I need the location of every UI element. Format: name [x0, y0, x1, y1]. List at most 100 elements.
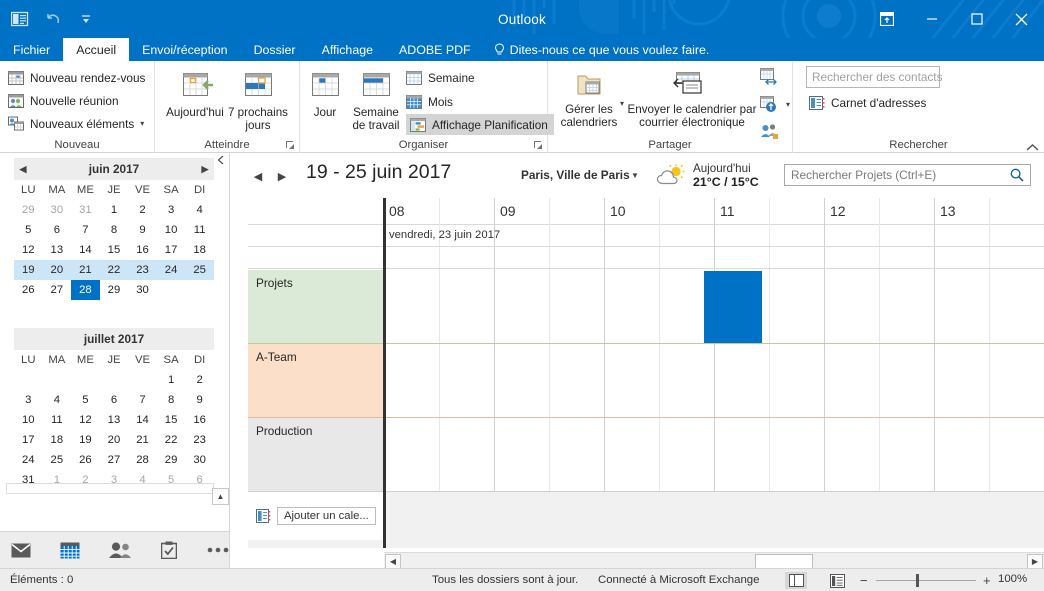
collapse-ribbon-icon[interactable]: [1026, 143, 1039, 152]
mini-day[interactable]: 3: [14, 390, 43, 410]
mini-day[interactable]: 25: [185, 260, 214, 280]
mini-day[interactable]: 22: [100, 260, 129, 280]
schedule-hscrollbar[interactable]: ◀ ▶: [384, 552, 1044, 569]
all-day-row[interactable]: [248, 247, 1044, 269]
organiser-dialog-launcher[interactable]: [534, 141, 543, 150]
tab-fichier[interactable]: Fichier: [0, 38, 63, 61]
mini-day[interactable]: 23: [185, 430, 214, 450]
minimize-button[interactable]: [909, 0, 954, 38]
mini-day[interactable]: 19: [71, 430, 100, 450]
tab-accueil[interactable]: Accueil: [63, 38, 130, 61]
calendar-body-production[interactable]: [384, 418, 1044, 491]
mini-day[interactable]: 18: [43, 430, 72, 450]
mini-day[interactable]: [43, 370, 72, 390]
mini-day[interactable]: 30: [128, 280, 157, 300]
calendar-row-projets[interactable]: Projets: [248, 270, 1044, 344]
mini-day[interactable]: 15: [157, 410, 186, 430]
mini-day[interactable]: 7: [71, 220, 100, 240]
close-button[interactable]: [999, 0, 1044, 38]
mini-day[interactable]: 30: [43, 200, 72, 220]
schedule-splitter[interactable]: [383, 198, 386, 548]
mini-day[interactable]: 14: [128, 410, 157, 430]
mini-day[interactable]: 23: [128, 260, 157, 280]
mini-day[interactable]: 5: [14, 220, 43, 240]
mini-day[interactable]: 24: [157, 260, 186, 280]
mini-day[interactable]: 9: [185, 390, 214, 410]
prev-month-button[interactable]: ◀: [14, 158, 32, 180]
address-book-button[interactable]: Carnet d'adresses: [808, 92, 926, 113]
today-button[interactable]: Aujourd'hui: [162, 65, 228, 119]
nav-mail-button[interactable]: [10, 537, 33, 563]
mini-day[interactable]: 7: [128, 390, 157, 410]
mini-day[interactable]: 6: [100, 390, 129, 410]
new-appointment-button[interactable]: Nouveau rendez-vous: [8, 67, 145, 88]
folder-pane-expand-button[interactable]: ▲: [212, 488, 229, 505]
mini-day[interactable]: [71, 370, 100, 390]
mini-day[interactable]: 8: [100, 220, 129, 240]
mini-day[interactable]: 14: [71, 240, 100, 260]
mini-day[interactable]: 9: [128, 220, 157, 240]
share-calendar-button[interactable]: [760, 66, 780, 87]
scroll-left-button[interactable]: ◀: [385, 554, 401, 569]
new-meeting-button[interactable]: Nouvelle réunion: [8, 90, 119, 111]
day-view-button[interactable]: Jour: [305, 65, 345, 119]
mini-day[interactable]: 13: [100, 410, 129, 430]
mini-day[interactable]: [128, 370, 157, 390]
publish-online-button[interactable]: ▾: [760, 94, 790, 115]
mini-day[interactable]: 16: [128, 240, 157, 260]
zoom-level-label[interactable]: 100%: [998, 573, 1027, 585]
mini-day[interactable]: 12: [71, 410, 100, 430]
zoom-slider-thumb[interactable]: [916, 574, 919, 587]
mini-day[interactable]: [185, 280, 214, 300]
mini-day[interactable]: 25: [43, 450, 72, 470]
email-calendar-button[interactable]: Envoyer le calendrier par courrier élect…: [626, 65, 758, 129]
zoom-slider-track[interactable]: [876, 580, 976, 581]
mini-day[interactable]: 2: [185, 370, 214, 390]
calendar-row-production[interactable]: Production: [248, 418, 1044, 492]
mini-day[interactable]: 20: [43, 260, 72, 280]
mini-day[interactable]: 8: [157, 390, 186, 410]
search-contacts-input[interactable]: Rechercher des contacts: [806, 66, 943, 88]
previous-period-button[interactable]: ◀: [249, 167, 267, 185]
mini-day[interactable]: 26: [14, 280, 43, 300]
zoom-in-button[interactable]: +: [983, 573, 991, 588]
undo-icon[interactable]: [43, 9, 63, 29]
mini-day[interactable]: 4: [43, 390, 72, 410]
mini-day[interactable]: 21: [128, 430, 157, 450]
collapse-folder-pane-button[interactable]: [216, 155, 225, 165]
ribbon-display-options-icon[interactable]: [865, 0, 909, 38]
tab-envoi-reception[interactable]: Envoi/réception: [129, 38, 240, 61]
mini-day[interactable]: 2: [128, 200, 157, 220]
mini-day[interactable]: 27: [43, 280, 72, 300]
manage-calendars-button[interactable]: Gérer les calendriers ▾: [556, 65, 624, 129]
calendar-name-production[interactable]: Production: [248, 418, 383, 491]
weather-location-dropdown-icon[interactable]: ▼: [631, 171, 639, 180]
mini-day[interactable]: 13: [43, 240, 72, 260]
month-view-button[interactable]: Mois: [406, 91, 453, 112]
zoom-out-button[interactable]: −: [860, 573, 868, 588]
mini-day[interactable]: 17: [157, 240, 186, 260]
mini-day[interactable]: 10: [14, 410, 43, 430]
appointment-block[interactable]: [704, 271, 762, 343]
mini-day-today[interactable]: 28: [71, 280, 100, 300]
mini-day[interactable]: 29: [157, 450, 186, 470]
work-week-view-button[interactable]: Semaine de travail: [348, 65, 404, 132]
folder-pane-hscrollbar[interactable]: [6, 483, 214, 494]
tab-dossier[interactable]: Dossier: [241, 38, 309, 61]
calendar-row-ateam[interactable]: A-Team: [248, 344, 1044, 418]
mini-day[interactable]: 22: [157, 430, 186, 450]
mini-day[interactable]: 28: [128, 450, 157, 470]
mini-day[interactable]: 10: [157, 220, 186, 240]
new-items-button[interactable]: Nouveaux éléments ▾: [8, 113, 144, 134]
mini-day[interactable]: 29: [14, 200, 43, 220]
mini-day[interactable]: 18: [185, 240, 214, 260]
next-7-days-button[interactable]: 7 prochains jours: [225, 65, 291, 132]
calendar-name-ateam[interactable]: A-Team: [248, 344, 383, 417]
week-view-button[interactable]: Semaine: [406, 67, 475, 88]
mini-day[interactable]: [100, 370, 129, 390]
add-calendar-button[interactable]: Ajouter un cale...: [277, 507, 376, 525]
nav-calendar-button[interactable]: [59, 537, 82, 563]
mini-day[interactable]: [157, 280, 186, 300]
calendar-body-projets[interactable]: [384, 270, 1044, 343]
mini-day[interactable]: 4: [185, 200, 214, 220]
